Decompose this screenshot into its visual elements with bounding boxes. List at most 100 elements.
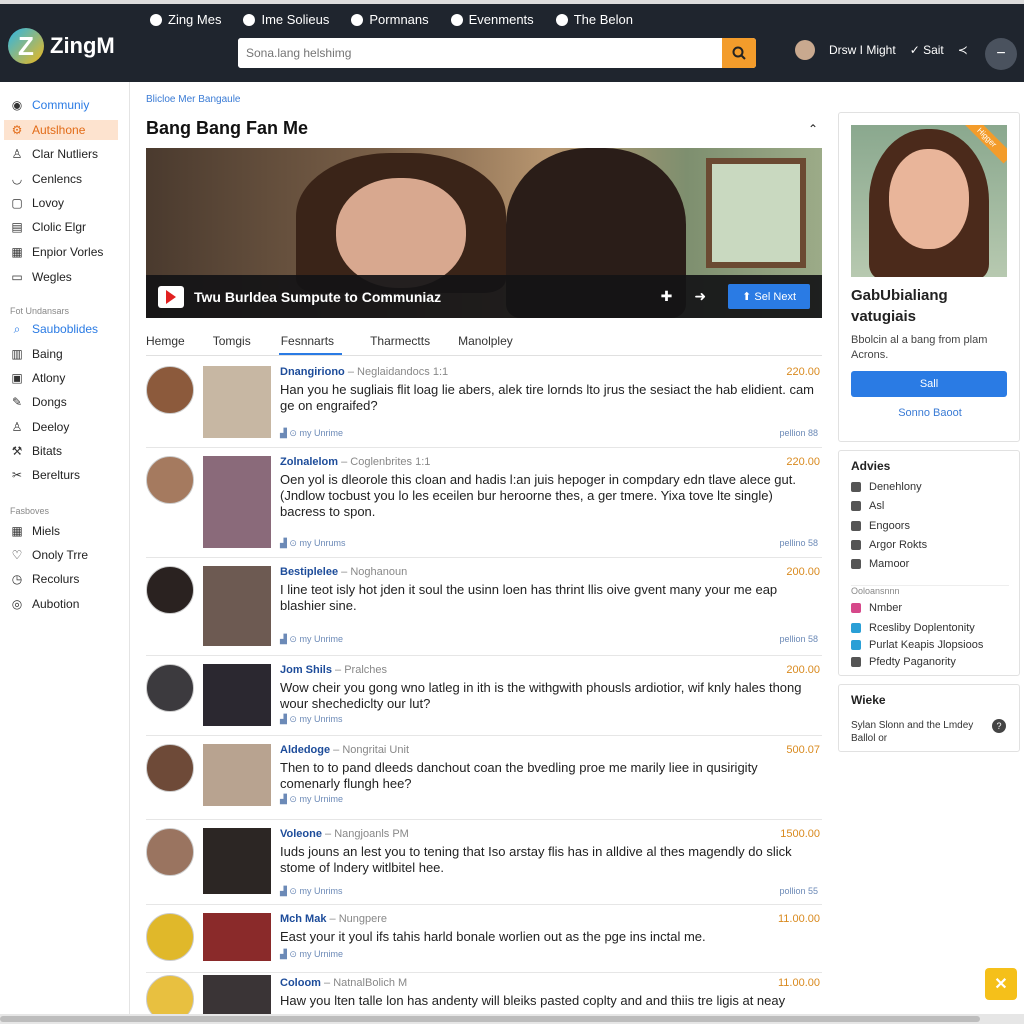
topnav-item[interactable]: Pormnans xyxy=(351,12,429,27)
topnav-item[interactable]: Zing Mes xyxy=(150,12,221,27)
post-thumbnail[interactable] xyxy=(203,913,271,961)
post-footer[interactable]: ▟ ⊙ my Unrime xyxy=(280,634,343,645)
avatar[interactable] xyxy=(146,366,194,414)
sidebar-item[interactable]: ▦ Enpior Vorles xyxy=(10,245,103,259)
panel-item[interactable]: Rcesliby Doplentonity xyxy=(851,622,975,634)
video-player[interactable]: Twu Burldea Sumpute to Communiaz ✚ ➜ ⬆ S… xyxy=(146,148,822,318)
topnav-item[interactable]: The Belon xyxy=(555,12,633,27)
help-icon[interactable]: ? xyxy=(992,719,1006,733)
list-item[interactable]: Zolnalelom – Coglenbrites 1:1 Oen yol is… xyxy=(146,448,822,558)
post-footer[interactable]: ▟ ⊙ my Unrims xyxy=(280,714,342,725)
post-text: East your it youl ifs tahis harld bonale… xyxy=(280,929,706,944)
avatar[interactable] xyxy=(146,913,194,961)
post-thumbnail[interactable] xyxy=(203,664,271,726)
play-button[interactable] xyxy=(158,285,184,308)
tab-manolpley[interactable]: Manolpley xyxy=(458,326,513,355)
profile-card: Higger GabUbialiang vatugiais Bbolcin al… xyxy=(838,112,1020,442)
panel-item[interactable]: Purlat Keapis Jlopsioos xyxy=(851,639,983,651)
tab-home[interactable]: Hemge xyxy=(146,326,185,355)
post-thumbnail[interactable] xyxy=(203,456,271,548)
sidebar-item[interactable]: ▦ Miels xyxy=(10,524,60,538)
tab-topics[interactable]: Tomgis xyxy=(213,326,251,355)
shield-icon: ◡ xyxy=(11,172,23,186)
user-area: Drsw I Might ✓ Sait ≺ xyxy=(795,40,968,60)
avatar[interactable] xyxy=(146,456,194,504)
logo[interactable]: Z ZingM xyxy=(8,28,115,64)
post-thumbnail[interactable] xyxy=(203,744,271,806)
sidebar-item[interactable]: ▤ Clolic Elgr xyxy=(10,220,86,234)
chevron-up-icon[interactable]: ⌃ xyxy=(808,122,818,136)
panel-item[interactable]: Engoors xyxy=(851,520,910,532)
sidebar-item[interactable]: ♙ Deeloy xyxy=(10,420,70,434)
list-item[interactable]: Voleone – Nangjoanls PM Iuds jouns an le… xyxy=(146,820,822,905)
page-title: Bang Bang Fan Me xyxy=(146,118,309,138)
sidebar-item[interactable]: ⚒ Bitats xyxy=(10,444,62,458)
search-input[interactable] xyxy=(238,38,722,68)
tab-active[interactable]: Fesnnarts xyxy=(278,326,343,355)
send-next-button[interactable]: ⬆ Sel Next xyxy=(728,284,810,309)
post-thumbnail[interactable] xyxy=(203,828,271,894)
sidebar-item[interactable]: ✎ Dongs xyxy=(10,395,67,409)
panel-item[interactable]: Nmber xyxy=(851,602,902,614)
sidebar-item[interactable]: ▭ Wegles xyxy=(10,270,71,284)
tab-bar: Hemge Tomgis Fesnnarts Tharmectts Manolp… xyxy=(146,326,822,356)
post-footer[interactable]: ▟ ⊙ my Unrime xyxy=(280,428,343,439)
top-bar: Z ZingM Zing Mes Ime Solieus Pormnans Ev… xyxy=(0,0,1024,82)
share-link[interactable]: ✓ Sait xyxy=(910,43,944,57)
sidebar-item[interactable]: ◷ Recolurs xyxy=(10,572,80,586)
next-icon[interactable]: ➜ xyxy=(694,288,706,305)
sidebar-item[interactable]: ◡ Cenlencs xyxy=(10,172,82,186)
sidebar-item[interactable]: ▥ Baing xyxy=(10,347,62,361)
panel-item[interactable]: Pfedty Paganority xyxy=(851,656,956,668)
sidebar-item-active[interactable]: ⚙ Autslhone xyxy=(4,120,118,140)
pin-icon xyxy=(351,13,364,26)
sidebar-section-label: Fot Undansars xyxy=(10,306,70,316)
profile-action-button[interactable]: Sall xyxy=(851,371,1007,397)
volume-icon[interactable]: ✚ xyxy=(661,288,673,305)
panel-item[interactable]: Argor Rokts xyxy=(851,539,927,551)
panel-item[interactable]: Mamoor xyxy=(851,558,909,570)
sidebar-item[interactable]: ♡ Onoly Trre xyxy=(10,548,88,562)
drop-icon xyxy=(243,13,256,26)
post-footer[interactable]: ▟ ⊙ my Urnime xyxy=(280,794,343,805)
sidebar-item-community[interactable]: ◉ Communiy xyxy=(10,98,90,112)
list-item[interactable]: Aldedoge – Nongritai Unit Then to to pan… xyxy=(146,736,822,820)
topnav-item[interactable]: Ime Solieus xyxy=(243,12,329,27)
profile-link[interactable]: Sonno Baoot xyxy=(839,407,1021,419)
avatar[interactable] xyxy=(146,744,194,792)
panel-item[interactable]: Asl xyxy=(851,500,884,512)
sidebar-item[interactable]: ▣ Atlony xyxy=(10,371,65,385)
profile-image[interactable]: Higger xyxy=(851,125,1007,277)
panel-item[interactable]: Denehlony xyxy=(851,481,922,493)
sidebar-item[interactable]: ♙ Clar Nutliers xyxy=(10,147,98,161)
sidebar: ◉ Communiy ⚙ Autslhone ♙ Clar Nutliers ◡ Cen… xyxy=(0,82,130,1024)
scrollbar-thumb[interactable] xyxy=(0,1016,980,1022)
floating-action-button[interactable]: ✕ xyxy=(985,968,1017,1000)
share-icon[interactable]: ≺ xyxy=(958,43,968,57)
breadcrumb[interactable]: Blicloe Mer Bangaule xyxy=(146,94,241,105)
list-item[interactable]: Dnangiriono – Neglaidandocs 1:1 Han you … xyxy=(146,358,822,448)
settings-button[interactable]: − xyxy=(985,38,1017,70)
avatar[interactable] xyxy=(146,566,194,614)
tab-comments[interactable]: Tharmectts xyxy=(370,326,430,355)
post-thumbnail[interactable] xyxy=(203,566,271,646)
user-avatar[interactable] xyxy=(795,40,815,60)
horizontal-scrollbar[interactable] xyxy=(0,1014,1024,1024)
sidebar-item[interactable]: ⌕ Sauboblides xyxy=(10,322,98,337)
sidebar-item[interactable]: ✂ Berelturs xyxy=(10,468,80,482)
post-thumbnail[interactable] xyxy=(203,366,271,438)
avatar[interactable] xyxy=(146,664,194,712)
post-footer[interactable]: ▟ ⊙ my Urnime xyxy=(280,949,343,960)
topnav-item[interactable]: Evenments xyxy=(450,12,534,27)
sidebar-item[interactable]: ◎ Aubotion xyxy=(10,597,80,611)
list-item[interactable]: Bestiplelee – Noghanoun I line teot isly… xyxy=(146,558,822,656)
post-footer[interactable]: ▟ ⊙ my Unrums xyxy=(280,538,345,549)
post-footer[interactable]: ▟ ⊙ my Unrims xyxy=(280,886,342,897)
sidebar-item[interactable]: ▢ Lovoy xyxy=(10,196,64,210)
avatar[interactable] xyxy=(146,828,194,876)
list-item[interactable]: Jom Shils – Pralches Wow cheir you gong … xyxy=(146,656,822,736)
widget-text: Sylan Slonn and the Lmdey Ballol or xyxy=(851,720,974,744)
list-item[interactable]: Mch Mak – Nungpere East your it youl ifs… xyxy=(146,905,822,973)
user-name[interactable]: Drsw I Might xyxy=(829,43,896,57)
search-button[interactable] xyxy=(722,38,756,68)
